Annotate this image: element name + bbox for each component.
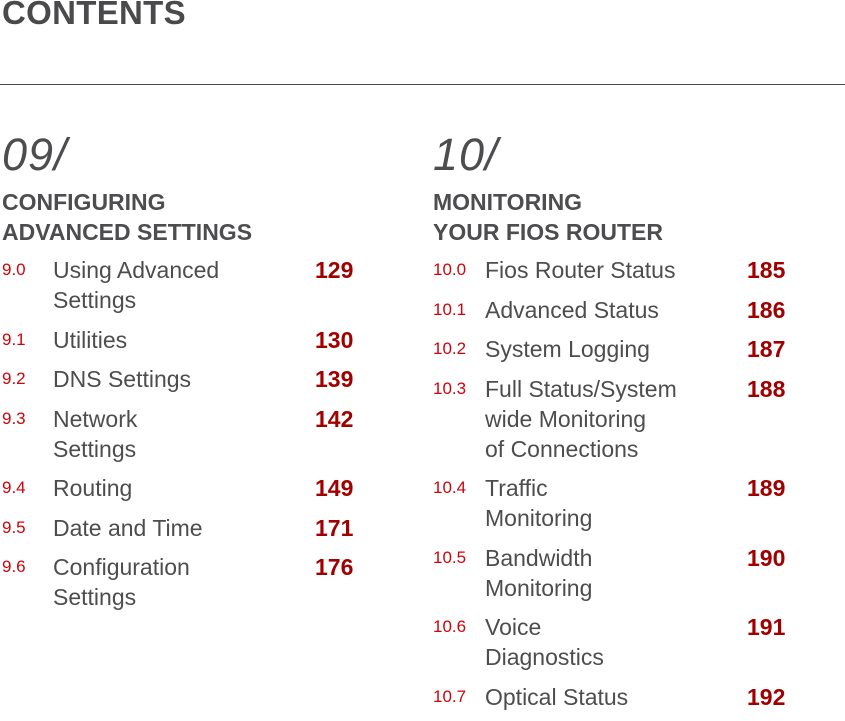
section-label[interactable]: Configuration Settings xyxy=(53,552,315,612)
page-number[interactable]: 142 xyxy=(315,404,353,434)
section-label[interactable]: Fios Router Status xyxy=(485,255,747,285)
toc-list: 9.0 Using Advanced Settings 129 9.1 Utiliti… xyxy=(2,255,372,612)
chapter-number: 09/ xyxy=(2,129,68,180)
page-number[interactable]: 189 xyxy=(747,473,785,503)
section-number: 10.2 xyxy=(433,339,467,358)
section-number: 9.3 xyxy=(2,408,26,428)
section-number: 10.3 xyxy=(433,378,467,398)
chapter-title: MONITORING YOUR FIOS ROUTER xyxy=(433,189,664,245)
toc-entry[interactable]: 10.7 Optical Status 192 xyxy=(433,682,833,712)
page-number[interactable]: 188 xyxy=(747,374,785,404)
section-number: 9.6 xyxy=(2,557,26,576)
chapter-09: 09/ CONFIGURING ADVANCED SETTINGS 9.0 Usi… xyxy=(2,130,372,622)
toc-entry[interactable]: 9.0 Using Advanced Settings 129 xyxy=(2,255,372,315)
section-number: 9.4 xyxy=(2,478,26,497)
section-number: 9.2 xyxy=(2,369,26,388)
toc-entry[interactable]: 10.4 Traffic Monitoring 189 xyxy=(433,473,833,533)
page-number[interactable]: 171 xyxy=(315,513,353,543)
toc-entry[interactable]: 10.1 Advanced Status 186 xyxy=(433,295,833,325)
section-label[interactable]: DNS Settings xyxy=(53,364,315,394)
chapter-10: 10/ MONITORING YOUR FIOS ROUTER 10.0 Fios… xyxy=(433,130,833,721)
chapter-number: 10/ xyxy=(433,129,499,180)
page-number[interactable]: 149 xyxy=(315,473,353,503)
section-label[interactable]: Utilities xyxy=(53,325,315,355)
section-label[interactable]: Advanced Status xyxy=(485,295,747,325)
section-label[interactable]: Voice Diagnostics xyxy=(485,612,747,672)
header-divider xyxy=(0,84,845,85)
section-number: 9.0 xyxy=(2,260,26,279)
page-title: CONTENTS xyxy=(2,0,186,31)
toc-entry[interactable]: 10.2 System Logging 187 xyxy=(433,334,833,364)
section-number: 10.4 xyxy=(433,478,467,497)
page-number[interactable]: 191 xyxy=(747,612,785,642)
section-number: 10.7 xyxy=(433,686,467,706)
toc-entry[interactable]: 9.6 Configuration Settings 176 xyxy=(2,552,372,612)
page-number[interactable]: 190 xyxy=(747,543,785,573)
section-label[interactable]: Routing xyxy=(53,473,315,503)
section-label[interactable]: System Logging xyxy=(485,334,747,364)
section-label[interactable]: Network Settings xyxy=(53,404,315,464)
page-number[interactable]: 187 xyxy=(747,334,785,364)
section-label[interactable]: Traffic Monitoring xyxy=(485,473,747,533)
section-number: 10.5 xyxy=(433,547,467,567)
section-number: 9.5 xyxy=(2,517,26,537)
page-number[interactable]: 186 xyxy=(747,295,785,325)
toc-entry[interactable]: 9.2 DNS Settings 139 xyxy=(2,364,372,394)
toc-list: 10.0 Fios Router Status 185 10.1 Advanced S… xyxy=(433,255,833,712)
toc-entry[interactable]: 10.6 Voice Diagnostics 191 xyxy=(433,612,833,672)
toc-entry[interactable]: 10.5 Bandwidth Monitoring 190 xyxy=(433,543,833,603)
toc-entry[interactable]: 10.3 Full Status/System wide Monitoring o… xyxy=(433,374,833,464)
toc-entry[interactable]: 9.3 Network Settings 142 xyxy=(2,404,372,464)
page-number[interactable]: 130 xyxy=(315,325,353,355)
page-number[interactable]: 129 xyxy=(315,255,353,285)
toc-entry[interactable]: 9.5 Date and Time 171 xyxy=(2,513,372,543)
section-label[interactable]: Using Advanced Settings xyxy=(53,255,315,315)
chapter-title: CONFIGURING ADVANCED SETTINGS xyxy=(2,189,253,245)
page-number[interactable]: 192 xyxy=(747,682,785,712)
toc-entry[interactable]: 10.0 Fios Router Status 185 xyxy=(433,255,833,285)
section-label[interactable]: Full Status/System wide Monitoring of Co… xyxy=(485,374,747,464)
section-label[interactable]: Optical Status xyxy=(485,682,747,712)
section-label[interactable]: Bandwidth Monitoring xyxy=(485,543,747,603)
section-number: 10.6 xyxy=(433,617,467,636)
page-number[interactable]: 139 xyxy=(315,364,353,394)
section-number: 10.1 xyxy=(433,299,467,319)
page-number[interactable]: 185 xyxy=(747,255,785,285)
toc-entry[interactable]: 9.1 Utilities 130 xyxy=(2,325,372,355)
section-number: 9.1 xyxy=(2,329,26,349)
toc-entry[interactable]: 9.4 Routing 149 xyxy=(2,473,372,503)
section-number: 10.0 xyxy=(433,260,467,279)
section-label[interactable]: Date and Time xyxy=(53,513,315,543)
page-number[interactable]: 176 xyxy=(315,552,353,582)
